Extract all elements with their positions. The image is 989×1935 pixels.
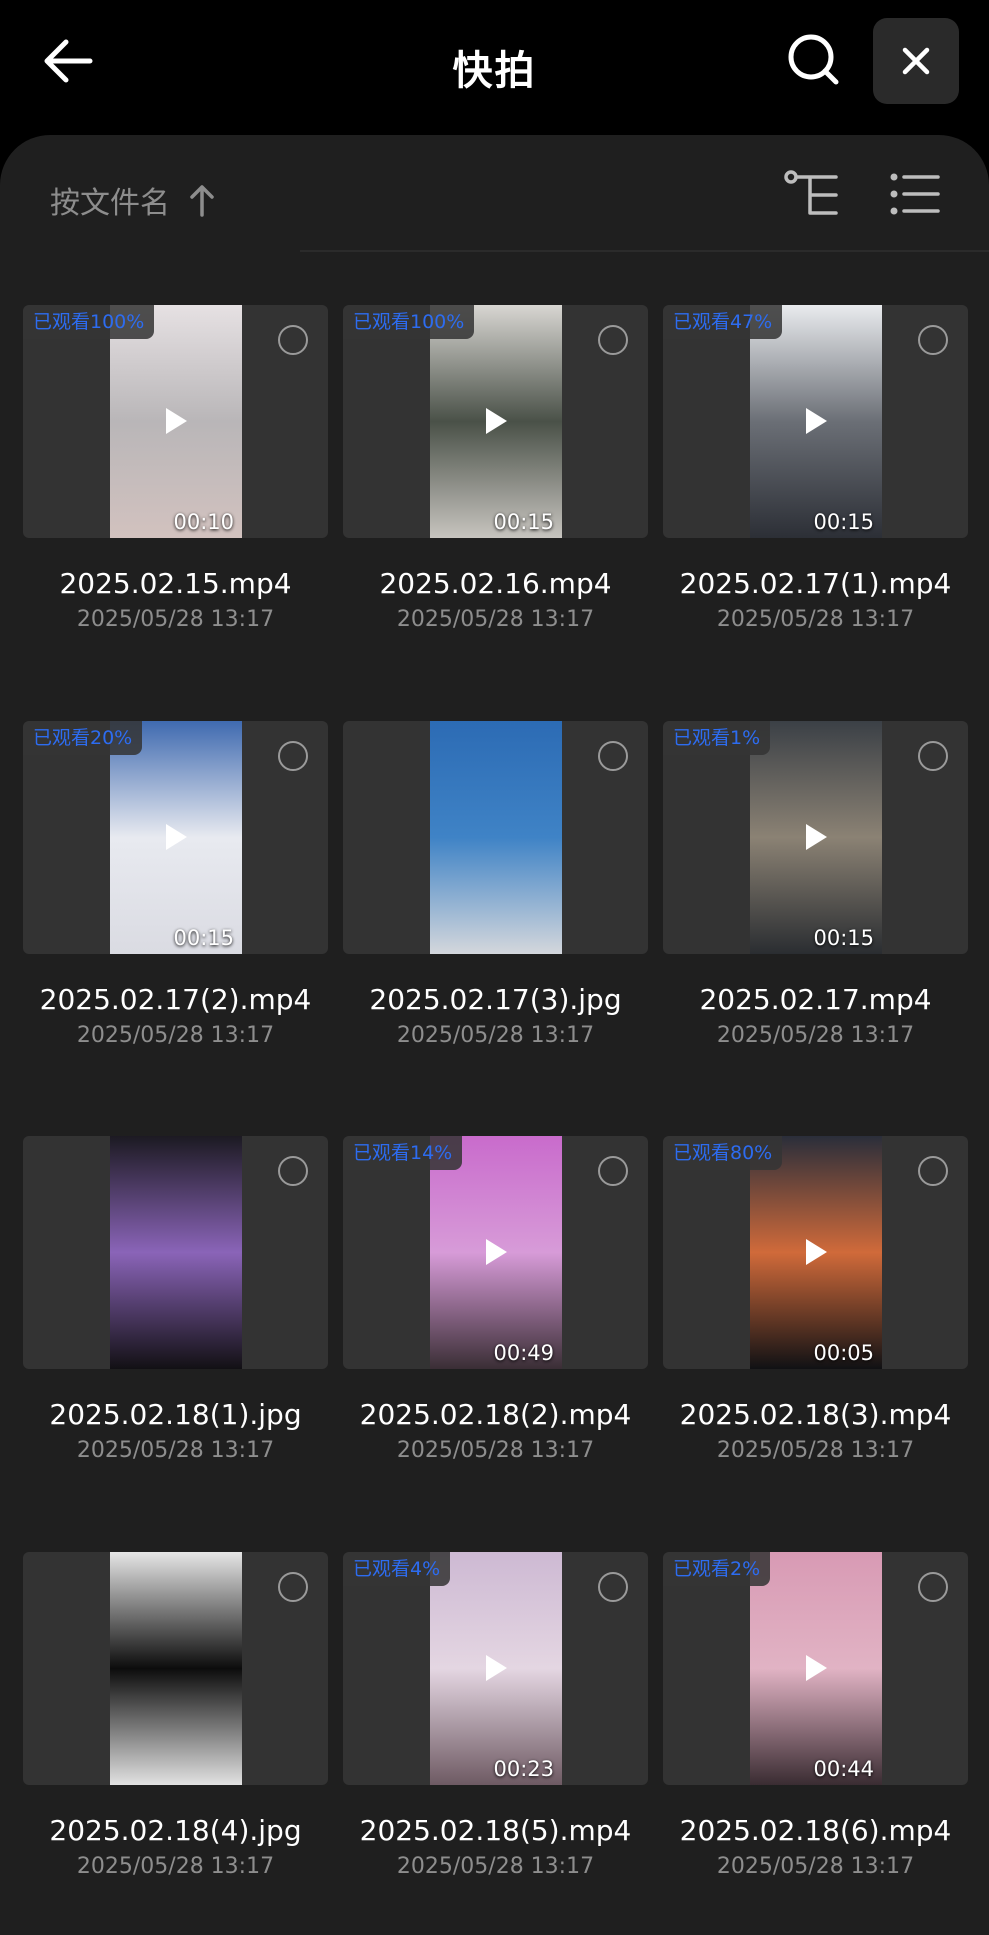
file-card[interactable]: 已观看4% 00:23 2025.02.18(5).mp4 2025/05/28 13… [343,1552,648,1882]
thumbnail-image [430,721,562,954]
file-card[interactable]: 2025.02.18(4).jpg 2025/05/28 13:17 [23,1552,328,1882]
thumbnail-tile[interactable]: 已观看100% 00:10 [23,305,328,538]
watched-progress-badge: 已观看14% [343,1136,463,1170]
file-card[interactable]: 已观看80% 00:05 2025.02.18(3).mp4 2025/05/28 1… [663,1136,968,1466]
file-date: 2025/05/28 13:17 [716,1438,915,1463]
video-duration: 00:15 [493,510,554,534]
file-grid: 已观看100% 00:10 2025.02.15.mp4 2025/05/28 13:… [0,0,989,1879]
thumbnail-image [110,1552,242,1785]
file-date: 2025/05/28 13:17 [716,607,915,632]
watched-progress-badge: 已观看100% [23,305,155,339]
file-name: 2025.02.17.mp4 [699,983,932,1016]
file-date: 2025/05/28 13:17 [76,607,275,632]
thumbnail-tile[interactable]: 已观看100% 00:15 [343,305,648,538]
file-name: 2025.02.16.mp4 [379,567,612,600]
select-checkbox[interactable] [278,325,308,355]
thumbnail-tile[interactable]: 已观看4% 00:23 [343,1552,648,1785]
file-date: 2025/05/28 13:17 [76,1854,275,1879]
file-name: 2025.02.18(5).mp4 [359,1814,632,1847]
file-date: 2025/05/28 13:17 [76,1023,275,1048]
thumbnail-tile[interactable] [23,1552,328,1785]
play-icon [486,1655,507,1681]
select-checkbox[interactable] [278,1572,308,1602]
file-card[interactable]: 已观看100% 00:10 2025.02.15.mp4 2025/05/28 13:… [23,305,328,635]
play-icon [166,824,187,850]
watched-progress-badge: 已观看20% [23,721,143,755]
select-checkbox[interactable] [598,325,628,355]
thumbnail-tile[interactable]: 已观看20% 00:15 [23,721,328,954]
file-name: 2025.02.17(2).mp4 [39,983,312,1016]
file-name: 2025.02.18(4).jpg [49,1814,302,1847]
file-date: 2025/05/28 13:17 [716,1023,915,1048]
file-date: 2025/05/28 13:17 [716,1854,915,1879]
play-icon [166,408,187,434]
select-checkbox[interactable] [918,1572,948,1602]
watched-progress-badge: 已观看100% [343,305,475,339]
watched-progress-badge: 已观看4% [343,1552,451,1586]
file-date: 2025/05/28 13:17 [76,1438,275,1463]
play-icon [806,824,827,850]
file-card[interactable]: 2025.02.18(1).jpg 2025/05/28 13:17 [23,1136,328,1466]
select-checkbox[interactable] [598,1572,628,1602]
file-card[interactable]: 2025.02.17(3).jpg 2025/05/28 13:17 [343,721,648,1051]
thumbnail-tile[interactable] [343,721,648,954]
play-icon [486,408,507,434]
thumbnail-tile[interactable] [23,1136,328,1369]
video-duration: 00:15 [813,926,874,950]
file-name: 2025.02.18(6).mp4 [679,1814,952,1847]
file-name: 2025.02.17(1).mp4 [679,567,952,600]
select-checkbox[interactable] [598,1156,628,1186]
file-card[interactable]: 已观看100% 00:15 2025.02.16.mp4 2025/05/28 13:… [343,305,648,635]
select-checkbox[interactable] [918,325,948,355]
thumbnail-tile[interactable]: 已观看80% 00:05 [663,1136,968,1369]
file-name: 2025.02.15.mp4 [59,567,292,600]
watched-progress-badge: 已观看47% [663,305,783,339]
select-checkbox[interactable] [598,741,628,771]
play-icon [806,1239,827,1265]
video-duration: 00:23 [493,1757,554,1781]
file-card[interactable]: 已观看2% 00:44 2025.02.18(6).mp4 2025/05/28 13… [663,1552,968,1882]
select-checkbox[interactable] [918,741,948,771]
file-card[interactable]: 已观看1% 00:15 2025.02.17.mp4 2025/05/28 13:17 [663,721,968,1051]
video-duration: 00:15 [173,926,234,950]
watched-progress-badge: 已观看1% [663,721,771,755]
file-name: 2025.02.18(2).mp4 [359,1398,632,1431]
play-icon [806,1655,827,1681]
file-date: 2025/05/28 13:17 [396,607,595,632]
watched-progress-badge: 已观看2% [663,1552,771,1586]
thumbnail-tile[interactable]: 已观看47% 00:15 [663,305,968,538]
file-date: 2025/05/28 13:17 [396,1854,595,1879]
file-card[interactable]: 已观看14% 00:49 2025.02.18(2).mp4 2025/05/28 1… [343,1136,648,1466]
file-name: 2025.02.18(3).mp4 [679,1398,952,1431]
thumbnail-tile[interactable]: 已观看14% 00:49 [343,1136,648,1369]
video-duration: 00:10 [173,510,234,534]
file-card[interactable]: 已观看47% 00:15 2025.02.17(1).mp4 2025/05/28 1… [663,305,968,635]
video-duration: 00:49 [493,1341,554,1365]
select-checkbox[interactable] [918,1156,948,1186]
select-checkbox[interactable] [278,741,308,771]
file-date: 2025/05/28 13:17 [396,1438,595,1463]
video-duration: 00:44 [813,1757,874,1781]
file-card[interactable]: 已观看20% 00:15 2025.02.17(2).mp4 2025/05/28 1… [23,721,328,1051]
file-name: 2025.02.18(1).jpg [49,1398,302,1431]
video-duration: 00:05 [813,1341,874,1365]
play-icon [486,1239,507,1265]
select-checkbox[interactable] [278,1156,308,1186]
watched-progress-badge: 已观看80% [663,1136,783,1170]
file-date: 2025/05/28 13:17 [396,1023,595,1048]
thumbnail-tile[interactable]: 已观看1% 00:15 [663,721,968,954]
video-duration: 00:15 [813,510,874,534]
thumbnail-image [110,1136,242,1369]
play-icon [806,408,827,434]
thumbnail-tile[interactable]: 已观看2% 00:44 [663,1552,968,1785]
file-name: 2025.02.17(3).jpg [369,983,622,1016]
